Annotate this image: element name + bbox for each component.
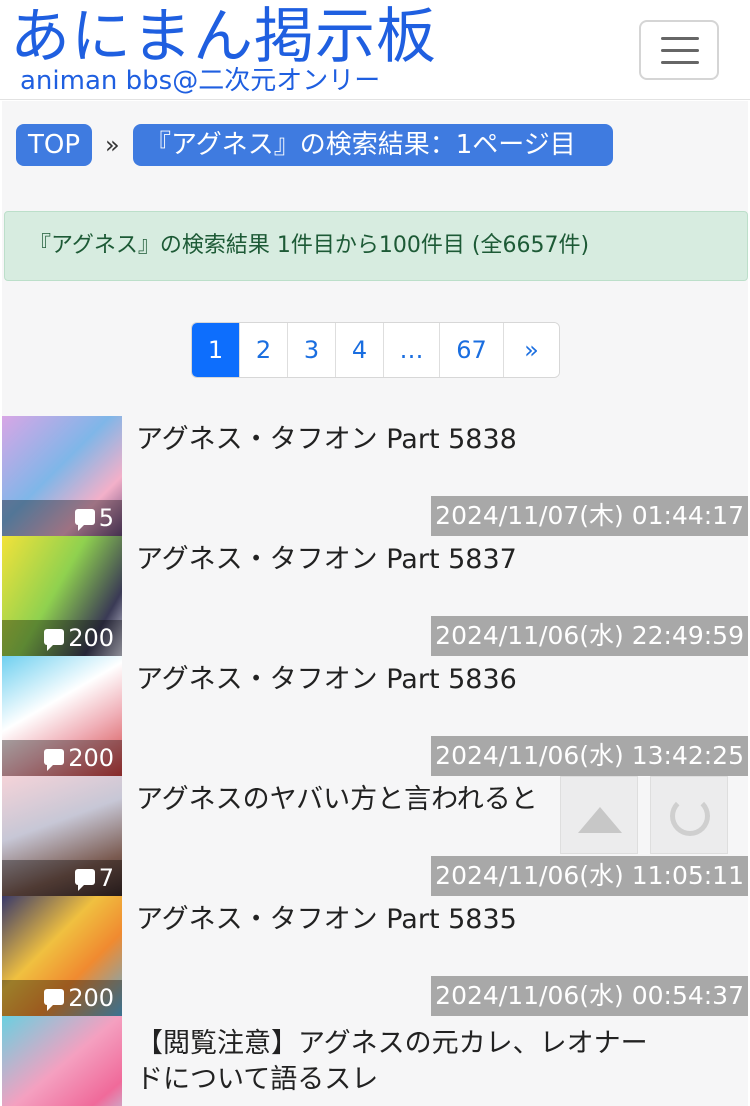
refresh-icon xyxy=(670,796,710,836)
comment-count: 200 xyxy=(68,744,114,772)
site-logo-subtitle[interactable]: animan bbs@二次元オンリー xyxy=(20,64,380,98)
thread-title[interactable]: 【閲覧注意】アグネスの元カレ、レオナードについて語るスレ xyxy=(136,1026,656,1098)
comment-count-badge: 7 xyxy=(2,860,122,896)
comment-icon xyxy=(74,509,95,531)
comment-count: 200 xyxy=(68,984,114,1012)
search-result-alert: 『アグネス』の検索結果 1件目から100件目 (全6657件) xyxy=(4,211,748,281)
thread-date: 2024/11/06(水) 13:42:25 xyxy=(431,736,748,776)
breadcrumb-current[interactable]: 『アグネス』の検索結果：1ページ目 xyxy=(133,124,613,166)
thread-date: 2024/11/06(水) 11:05:11 xyxy=(431,856,748,896)
hamburger-icon-line xyxy=(661,49,699,52)
thread-thumbnail[interactable]: 5 xyxy=(2,416,122,536)
thread-date: 2024/11/06(水) 00:54:37 xyxy=(431,976,748,1016)
thread-title[interactable]: アグネス・タフオン Part 5836 xyxy=(136,662,556,698)
refresh-button[interactable] xyxy=(650,776,728,854)
comment-icon xyxy=(44,749,65,771)
page-next-icon[interactable]: » xyxy=(504,323,559,377)
comment-count-badge: 200 xyxy=(2,740,122,776)
thread-thumbnail[interactable]: 200 xyxy=(2,896,122,1016)
thread-thumbnail[interactable]: 200 xyxy=(2,656,122,776)
thread-thumbnail[interactable] xyxy=(2,1016,122,1106)
comment-count-badge: 5 xyxy=(2,500,122,536)
menu-button[interactable] xyxy=(639,20,719,80)
page-ellipsis: … xyxy=(384,323,440,377)
comment-count: 5 xyxy=(98,504,114,532)
hamburger-icon-line xyxy=(661,61,699,64)
thread-item[interactable]: 200 アグネス・タフオン Part 5837 2024/11/06(水) 22… xyxy=(2,536,748,656)
comment-icon xyxy=(44,989,65,1011)
site-header: あにまん掲示板 animan bbs@二次元オンリー xyxy=(0,0,750,100)
breadcrumb-separator: » xyxy=(105,131,120,159)
comment-count: 7 xyxy=(98,864,114,892)
thread-item[interactable]: 200 アグネス・タフオン Part 5835 2024/11/06(水) 00… xyxy=(2,896,748,1016)
thread-item[interactable]: 5 アグネス・タフオン Part 5838 2024/11/07(木) 01:4… xyxy=(2,416,748,536)
thread-thumbnail[interactable]: 200 xyxy=(2,536,122,656)
pagination: 1 2 3 4 … 67 » xyxy=(191,322,560,378)
site-logo-title[interactable]: あにまん掲示板 xyxy=(10,2,437,72)
page-link-4[interactable]: 4 xyxy=(336,323,384,377)
comment-count-badge: 200 xyxy=(2,620,122,656)
page-link-3[interactable]: 3 xyxy=(288,323,336,377)
thread-title[interactable]: アグネス・タフオン Part 5837 xyxy=(136,542,556,578)
main-content: TOP » 『アグネス』の検索結果：1ページ目 『アグネス』の検索結果 1件目か… xyxy=(2,101,748,1106)
thread-thumbnail[interactable]: 7 xyxy=(2,776,122,896)
thread-date: 2024/11/07(木) 01:44:17 xyxy=(431,496,748,536)
page-link-1[interactable]: 1 xyxy=(192,323,240,377)
thread-title[interactable]: アグネス・タフオン Part 5835 xyxy=(136,902,556,938)
page-link-2[interactable]: 2 xyxy=(240,323,288,377)
comment-count-badge: 200 xyxy=(2,980,122,1016)
scroll-top-button[interactable] xyxy=(560,776,638,854)
arrow-up-icon xyxy=(578,807,622,833)
thread-title[interactable]: アグネスのヤバい方と言われると xyxy=(136,782,556,818)
breadcrumb-top-link[interactable]: TOP xyxy=(16,124,92,166)
comment-icon xyxy=(74,869,95,891)
page-link-last[interactable]: 67 xyxy=(440,323,504,377)
comment-count: 200 xyxy=(68,624,114,652)
thread-date: 2024/11/06(水) 22:49:59 xyxy=(431,616,748,656)
thread-title[interactable]: アグネス・タフオン Part 5838 xyxy=(136,422,556,458)
thread-item[interactable]: 200 アグネス・タフオン Part 5836 2024/11/06(水) 13… xyxy=(2,656,748,776)
hamburger-icon xyxy=(661,37,699,40)
thread-item[interactable]: 【閲覧注意】アグネスの元カレ、レオナードについて語るスレ xyxy=(2,1016,748,1106)
comment-icon xyxy=(44,629,65,651)
